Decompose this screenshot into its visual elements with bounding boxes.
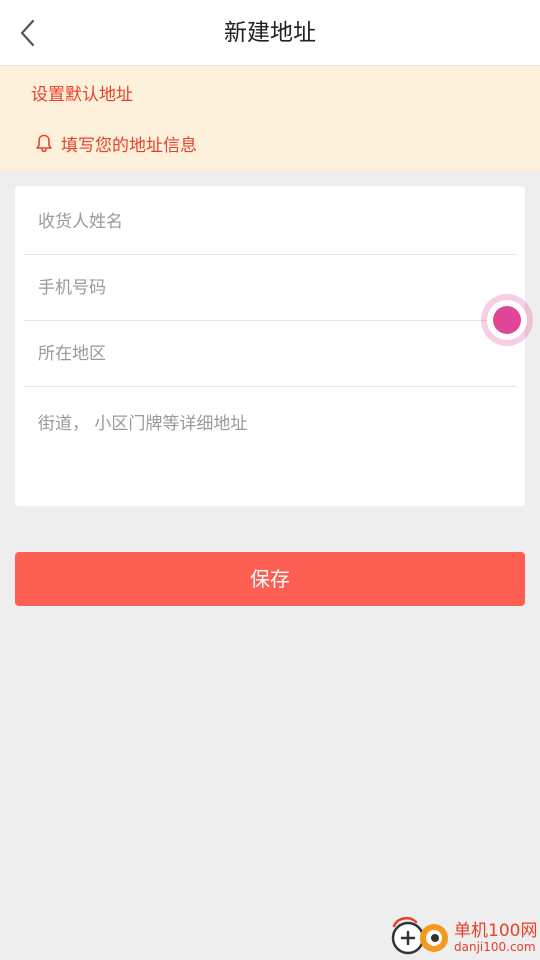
watermark-logo-icon	[391, 917, 448, 955]
phone-number-field[interactable]: 手机号码	[24, 255, 517, 321]
notice-banner: 设置默认地址 填写您的地址信息	[0, 66, 540, 171]
touch-indicator	[481, 294, 533, 346]
touch-indicator-dot	[493, 306, 521, 334]
touch-indicator-ring	[487, 300, 527, 340]
notice-info: 填写您的地址信息	[34, 128, 197, 158]
street-address-field[interactable]: 街道， 小区门牌等详细地址	[24, 387, 517, 507]
app-header: 新建地址	[0, 0, 540, 66]
save-button[interactable]: 保存	[15, 552, 525, 606]
site-watermark: 单机100网 danji100.com	[388, 914, 538, 958]
watermark-url: danji100.com	[454, 940, 536, 954]
set-default-address-link[interactable]: 设置默认地址	[31, 77, 133, 113]
watermark-title: 单机100网	[454, 921, 538, 941]
address-form: 收货人姓名 手机号码 所在地区 街道， 小区门牌等详细地址	[15, 186, 525, 506]
notice-info-text: 填写您的地址信息	[61, 135, 197, 156]
page-title: 新建地址	[224, 20, 316, 46]
recipient-name-field[interactable]: 收货人姓名	[24, 189, 517, 255]
bell-icon	[34, 133, 54, 153]
region-field[interactable]: 所在地区	[24, 321, 517, 387]
